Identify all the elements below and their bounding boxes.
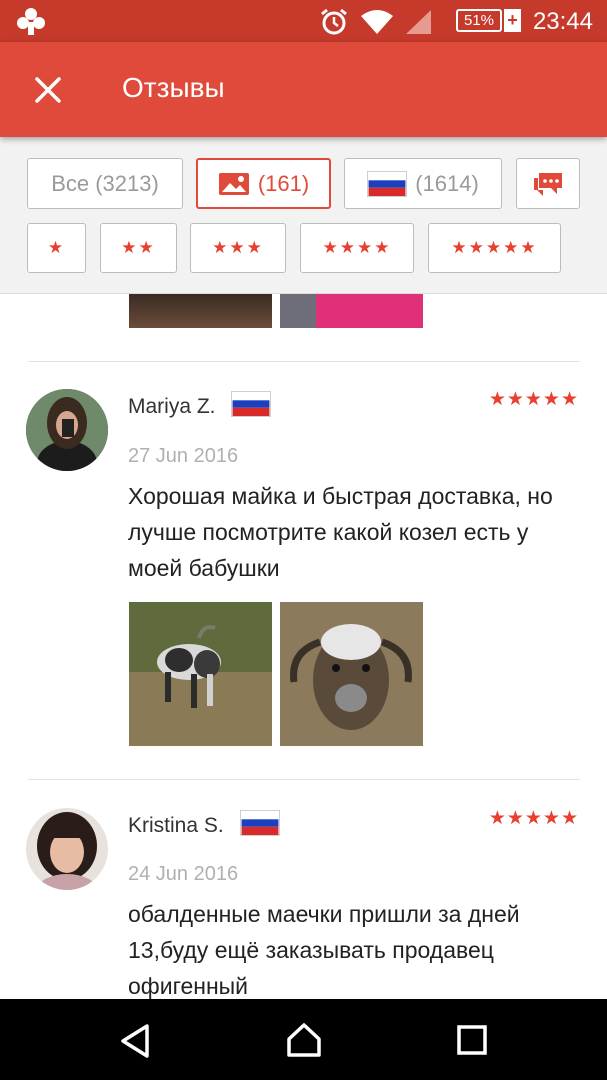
reviewer-name: Mariya Z. [128,395,216,418]
filter-2-star-button[interactable]: ★★ [100,223,177,273]
filter-country-button[interactable]: (1614) [344,158,502,209]
avatar-image [26,808,108,890]
reviewer-name: Kristina S. [128,814,224,837]
russia-flag-icon [231,391,271,417]
filter-4-star-button[interactable]: ★★★★ [300,223,414,273]
avatar[interactable] [26,808,108,890]
battery-icon: 51% [456,9,502,32]
close-icon [35,77,61,103]
goat-photo [280,602,423,746]
star-icon: ★★★ [212,238,264,257]
status-bar: 51% + 23:44 [0,0,607,42]
review-photo[interactable] [280,602,423,746]
review-date: 24 Jun 2016 [128,863,239,885]
review-date: 27 Jun 2016 [128,445,239,467]
filter-5-star-button[interactable]: ★★★★★ [428,223,561,273]
review-photo[interactable] [129,294,272,328]
cellular-signal-icon [406,10,431,34]
app-bar: Отзывы [0,42,607,137]
rating-stars: ★★★★★ [488,389,579,410]
filter-bar: Все (3213) (161) (1614) ★ ★★ ★★★ ★★★★ ★★… [0,137,607,294]
navigation-bar [0,999,607,1080]
page-title: Отзывы [122,72,225,103]
rating-stars: ★★★★★ [488,808,579,829]
filter-3-star-button[interactable]: ★★★ [190,223,286,273]
photo-icon [218,172,249,195]
star-icon: ★★★★ [322,238,392,257]
filter-photos-button[interactable]: (161) [196,158,331,209]
star-icon: ★★★★★ [451,238,538,257]
filter-comments-button[interactable] [516,158,580,209]
charging-icon: + [504,9,521,32]
close-button[interactable] [28,70,68,110]
chat-icon [534,172,562,196]
filter-all-label: Все (3213) [51,170,159,196]
filter-all-button[interactable]: Все (3213) [27,158,183,209]
back-icon[interactable] [118,1023,152,1059]
russia-flag-icon [240,810,280,836]
recents-icon[interactable] [456,1024,488,1056]
avatar-image [26,389,108,471]
goat-photo [129,602,272,746]
divider [28,361,580,362]
review-text: Хорошая майка и быстрая доставка, но луч… [128,483,553,581]
reviews-list[interactable]: Mariya Z. ★★★★★ 27 Jun 2016 Хорошая майк… [0,294,607,999]
status-time: 23:44 [532,8,593,35]
wifi-icon [361,10,393,34]
app-notification-icon [17,8,45,35]
filter-1-star-button[interactable]: ★ [27,223,86,273]
review-text: обалденные маечки пришли за дней 13,буду… [128,901,520,999]
review-photo[interactable] [280,294,423,328]
filter-photos-label: (161) [257,170,310,196]
star-icon: ★★ [121,238,156,257]
home-icon[interactable] [285,1021,323,1059]
filter-country-label: (1614) [415,170,479,196]
avatar[interactable] [26,389,108,471]
divider [28,779,580,780]
star-icon: ★ [47,238,66,257]
alarm-icon [321,8,347,35]
review-photo[interactable] [129,602,272,746]
russia-flag-icon [367,170,408,197]
